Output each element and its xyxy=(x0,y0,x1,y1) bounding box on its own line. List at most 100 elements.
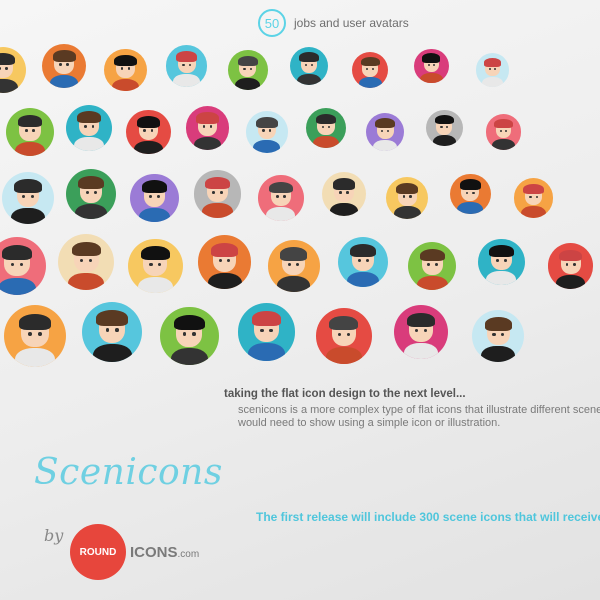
avatar-body xyxy=(457,202,484,215)
avatar-icon xyxy=(198,235,252,289)
avatar-icon xyxy=(246,111,288,153)
avatar-hair xyxy=(237,55,259,66)
avatar-eye xyxy=(492,332,496,336)
avatar-icon xyxy=(322,172,366,216)
avatar-body xyxy=(492,139,515,150)
avatar-hair xyxy=(174,314,205,331)
avatar-hair xyxy=(350,244,376,257)
avatar-eye xyxy=(572,263,576,266)
avatar-body xyxy=(207,272,242,289)
avatar-icon xyxy=(130,173,179,223)
avatar-body xyxy=(432,135,457,147)
avatar-eye xyxy=(535,195,538,198)
avatar-body xyxy=(49,74,79,89)
avatar-body xyxy=(521,205,547,218)
avatar-eye xyxy=(357,259,361,262)
avatar-eye xyxy=(219,191,223,194)
avatar-icon xyxy=(290,47,328,85)
roundicons-brand: ROUND ICONS.com xyxy=(70,524,199,580)
avatar-eye xyxy=(488,67,491,70)
avatar-body xyxy=(173,74,200,87)
avatar-icon xyxy=(0,237,46,295)
avatar-icon xyxy=(366,112,405,152)
avatar-hair xyxy=(489,245,514,258)
avatar-hair xyxy=(558,249,583,262)
avatar-eye xyxy=(59,63,62,66)
avatar-eye xyxy=(269,328,273,332)
avatar-icon xyxy=(414,48,449,84)
avatar-eye xyxy=(30,194,34,198)
avatar-hair xyxy=(78,175,105,189)
avatar-hair xyxy=(332,178,356,190)
avatar-hair xyxy=(360,56,380,67)
avatar-icon xyxy=(258,175,304,221)
avatar-body xyxy=(0,277,36,295)
avatar-hair xyxy=(175,51,198,62)
avatar-hair xyxy=(329,315,359,331)
avatar-icon xyxy=(394,305,448,359)
avatar-icon xyxy=(386,176,429,220)
avatar-eye xyxy=(426,263,430,266)
avatar-icon xyxy=(2,172,54,224)
avatar-eye xyxy=(409,195,412,198)
avatar-body xyxy=(75,204,108,220)
avatar-eye xyxy=(440,125,443,128)
poster-sheet: 50 jobs and user avatars taking the flat… xyxy=(0,0,600,600)
avatar-icon xyxy=(268,240,320,292)
scenicons-logo: Scenicons xyxy=(34,452,223,493)
avatar-eye xyxy=(149,262,153,266)
avatar-hair xyxy=(1,245,33,261)
avatar-eye xyxy=(262,129,265,132)
avatar-eye xyxy=(260,328,264,332)
avatar-icon xyxy=(486,114,522,150)
avatar-hair xyxy=(96,310,128,326)
avatar-hair xyxy=(494,119,513,129)
avatar-icon xyxy=(66,168,117,220)
avatar-body xyxy=(92,344,132,363)
avatar-hair xyxy=(422,53,441,63)
avatar-hair xyxy=(77,111,102,124)
roundicons-name: ICONS xyxy=(130,543,178,561)
avatar-eye xyxy=(156,195,160,198)
avatar-icon xyxy=(128,238,183,294)
avatar-eye xyxy=(0,67,1,70)
avatar-icon xyxy=(194,170,242,218)
avatar-icon xyxy=(426,109,463,147)
avatar-body xyxy=(170,347,209,366)
avatar-hair xyxy=(255,117,278,128)
avatar-icon xyxy=(6,108,54,156)
avatar-icon xyxy=(472,309,525,363)
avatar-eye xyxy=(472,191,475,194)
avatar-body xyxy=(266,207,296,221)
avatar-hair xyxy=(523,183,544,195)
avatar-body xyxy=(347,272,379,287)
release-note: The first release will include 300 scene… xyxy=(256,510,600,524)
avatar-eye xyxy=(192,332,196,336)
avatar-hair xyxy=(17,114,43,128)
avatar-eye xyxy=(346,191,349,194)
avatar-icon xyxy=(238,303,296,361)
roundicons-text: ICONS.com xyxy=(130,544,199,561)
avatar-hair xyxy=(419,248,445,262)
avatar-hair xyxy=(375,118,396,129)
avatar-icon xyxy=(0,47,26,93)
avatar-icon xyxy=(408,241,457,291)
avatar-hair xyxy=(484,317,512,331)
avatar-hair xyxy=(205,176,230,190)
avatar-icon xyxy=(478,238,525,286)
avatar-body xyxy=(329,202,359,216)
avatar-body xyxy=(193,136,222,150)
avatar-icon xyxy=(82,301,143,363)
avatar-icon xyxy=(4,305,66,367)
avatar-hair xyxy=(251,311,282,327)
avatar-eye xyxy=(503,259,507,262)
avatar-icon xyxy=(166,45,208,87)
roundicons-badge: ROUND xyxy=(70,524,126,580)
avatar-eye xyxy=(218,258,222,262)
avatar-body xyxy=(15,348,55,367)
avatar-eye xyxy=(249,67,253,70)
avatar-body xyxy=(416,275,448,291)
avatar-body xyxy=(556,275,586,289)
avatar-hair xyxy=(52,50,76,62)
roundicons-domain: .com xyxy=(177,548,200,560)
